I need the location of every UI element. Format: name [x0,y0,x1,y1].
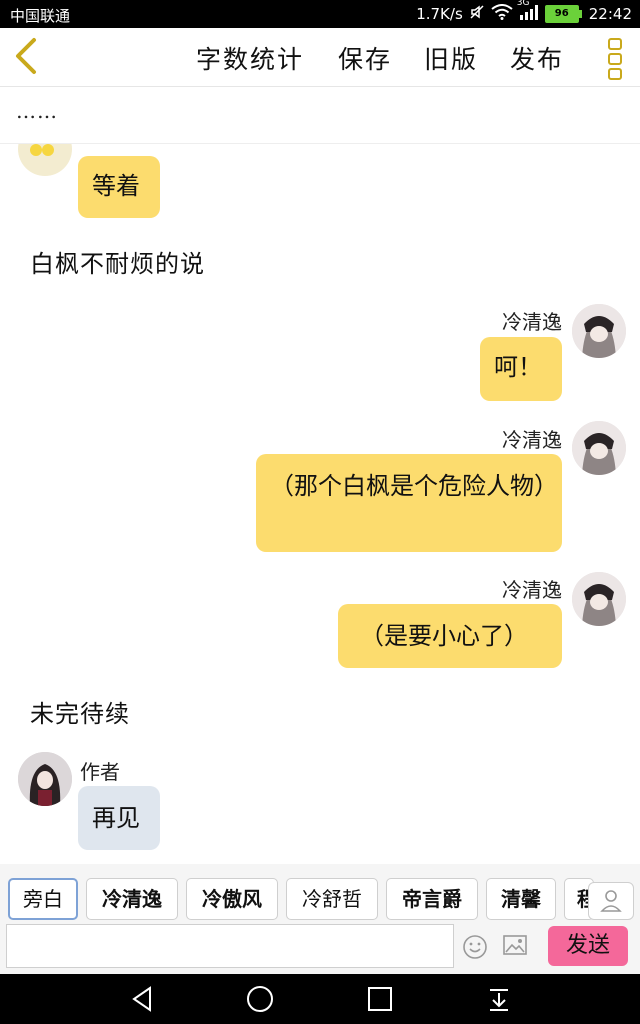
nav-back-button[interactable] [128,984,158,1014]
back-button[interactable] [10,36,44,76]
square-recents-icon [368,987,392,1011]
avatar-lengqingyi[interactable] [572,572,626,626]
character-chip[interactable]: 帝言爵 [386,878,478,920]
character-chip[interactable]: 清馨 [486,878,556,920]
network-type: 3G [516,0,530,8]
publish-button[interactable]: 发布 [510,40,564,76]
avatar-author[interactable] [18,752,72,806]
signal-icon: 3G [517,0,539,24]
mute-icon [469,4,485,24]
image-button[interactable] [502,934,528,958]
subtitle-text: …… [16,99,58,123]
emoji-button[interactable] [462,934,488,960]
chat-area[interactable]: 等着 白枫不耐烦的说 冷清逸 呵！ 冷清逸 （那个白枫是个危险人物） 冷清逸 （… [0,144,640,864]
triangle-back-icon [132,986,151,1012]
status-icons: 1.7K/s 3G 96 22:42 [416,0,632,24]
character-chip[interactable]: 冷清逸 [86,878,178,920]
old-version-button[interactable]: 旧版 [424,40,478,76]
clock: 22:42 [588,5,632,23]
person-icon [600,890,622,912]
message-input[interactable] [6,924,454,968]
message-bubble[interactable]: 等着 [78,156,160,218]
message-bubble[interactable]: （是要小心了） [338,604,562,668]
avatar-lengqingyi[interactable] [572,304,626,358]
battery-icon: 96 [544,5,582,23]
save-button[interactable]: 保存 [338,40,392,76]
manage-characters-button[interactable] [588,882,634,920]
more-vertical-icon [608,38,622,80]
system-nav-bar [0,974,640,1024]
word-count-button[interactable]: 字数统计 [196,40,304,76]
more-menu-button[interactable] [608,38,622,80]
narration-text[interactable]: 白枫不耐烦的说 [30,244,205,279]
sender-name: 作者 [80,760,120,784]
composer: 发送 [0,922,640,974]
pull-down-icon [490,989,508,1011]
sender-name: 冷清逸 [502,310,562,334]
sender-name: 冷清逸 [502,428,562,452]
character-chip-narrator[interactable]: 旁白 [8,878,78,920]
status-bar: 中国联通 1.7K/s 3G 96 22:42 [0,0,640,28]
send-button[interactable]: 发送 [548,926,628,966]
editor-toolbar: 字数统计 保存 旧版 发布 [0,28,640,87]
character-selector: 旁白 冷清逸 冷傲风 冷舒哲 帝言爵 清馨 程 [0,864,640,922]
nav-home-button[interactable] [245,984,275,1014]
chapter-subtitle[interactable]: …… [0,87,640,144]
character-chip[interactable]: 冷傲风 [186,878,278,920]
wifi-icon [491,4,513,24]
network-speed: 1.7K/s [416,5,463,23]
carrier-name: 中国联通 [10,7,71,25]
avatar-lengqingyi[interactable] [572,421,626,475]
chevron-left-icon [16,38,36,74]
message-bubble[interactable]: 呵！ [480,337,562,401]
message-bubble[interactable]: （那个白枫是个危险人物） [256,454,562,552]
nav-notification-button[interactable] [484,984,514,1014]
nav-recents-button[interactable] [365,984,395,1014]
sender-name: 冷清逸 [502,578,562,602]
circle-home-icon [247,986,273,1012]
smiley-icon [463,935,487,959]
character-chip[interactable]: 冷舒哲 [286,878,378,920]
narration-text[interactable]: 未完待续 [30,694,130,729]
message-bubble[interactable]: 再见 [78,786,160,850]
image-icon [503,935,527,955]
avatar-baifeng[interactable] [18,144,72,176]
